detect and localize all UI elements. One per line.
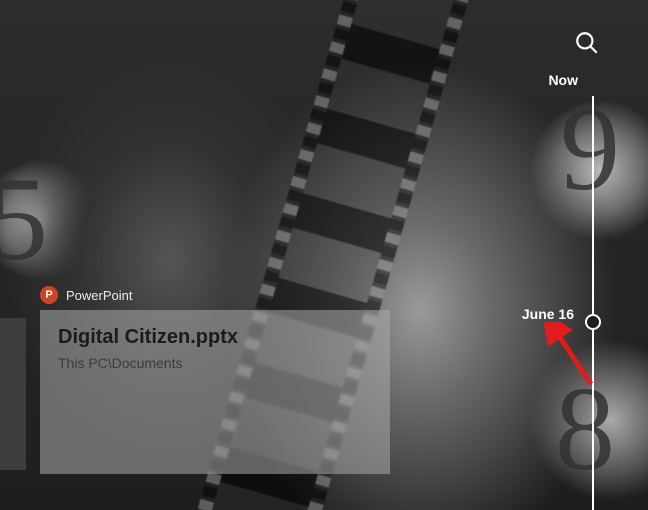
activity-card[interactable]: Digital Citizen.pptx This PC\Documents <box>40 310 390 474</box>
timeline-date-label: June 16 <box>522 306 574 322</box>
timeline-rail[interactable]: Now June 16 <box>592 80 594 510</box>
activity-app-header: P PowerPoint <box>40 286 132 304</box>
activity-app-name: PowerPoint <box>66 288 132 303</box>
timeline-node[interactable] <box>585 314 601 330</box>
background-numeral-9: 9 <box>560 80 620 218</box>
adjacent-card-edge <box>0 318 26 470</box>
search-icon[interactable] <box>574 30 600 56</box>
activity-location: This PC\Documents <box>58 355 372 371</box>
timeline-now-label: Now <box>548 72 578 88</box>
powerpoint-icon: P <box>40 286 58 304</box>
background-numeral-8: 8 <box>555 360 615 498</box>
timeline-line <box>592 96 594 510</box>
activity-title: Digital Citizen.pptx <box>58 326 372 349</box>
app-badge-letter: P <box>45 289 52 301</box>
background-numeral-5: 5 <box>0 150 48 288</box>
